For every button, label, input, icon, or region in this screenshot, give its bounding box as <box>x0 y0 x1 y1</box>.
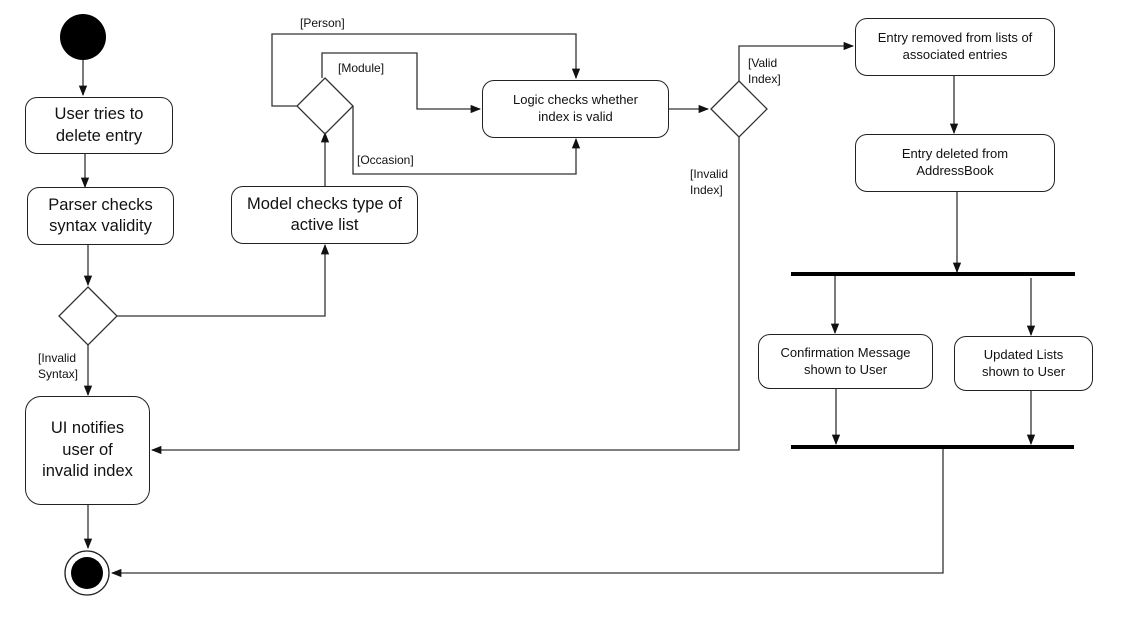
final-node <box>71 557 103 589</box>
edge-invalid-index <box>150 137 740 455</box>
activity-parser-checks: Parser checks syntax validity <box>27 187 174 245</box>
join-bar <box>791 445 1074 449</box>
index-decision <box>710 80 768 138</box>
guard-valid-index: [Valid Index] <box>748 56 781 87</box>
syntax-decision <box>58 286 118 346</box>
guard-occasion: [Occasion] <box>357 153 414 167</box>
guard-invalid-index: [Invalid Index] <box>690 167 729 198</box>
activity-entry-deleted: Entry deleted from AddressBook <box>855 134 1055 192</box>
edge-join-to-final <box>110 449 944 578</box>
activity-confirmation: Confirmation Message shown to User <box>758 334 933 389</box>
activity-ui-notifies: UI notifies user of invalid index <box>25 396 150 505</box>
guard-person: [Person] <box>300 16 345 30</box>
edge-decision-to-model <box>117 243 330 317</box>
activity-user-tries: User tries to delete entry <box>25 97 173 154</box>
activity-entry-removed: Entry removed from lists of associated e… <box>855 18 1055 76</box>
activity-updated-lists: Updated Lists shown to User <box>954 336 1093 391</box>
initial-node <box>60 14 106 60</box>
activity-logic-checks: Logic checks whether index is valid <box>482 80 669 138</box>
guard-invalid-syntax: [Invalid Syntax] <box>38 351 79 382</box>
fork-bar <box>791 272 1075 276</box>
type-decision <box>296 77 354 135</box>
activity-model-checks: Model checks type of active list <box>231 186 418 244</box>
guard-module: [Module] <box>338 61 385 75</box>
